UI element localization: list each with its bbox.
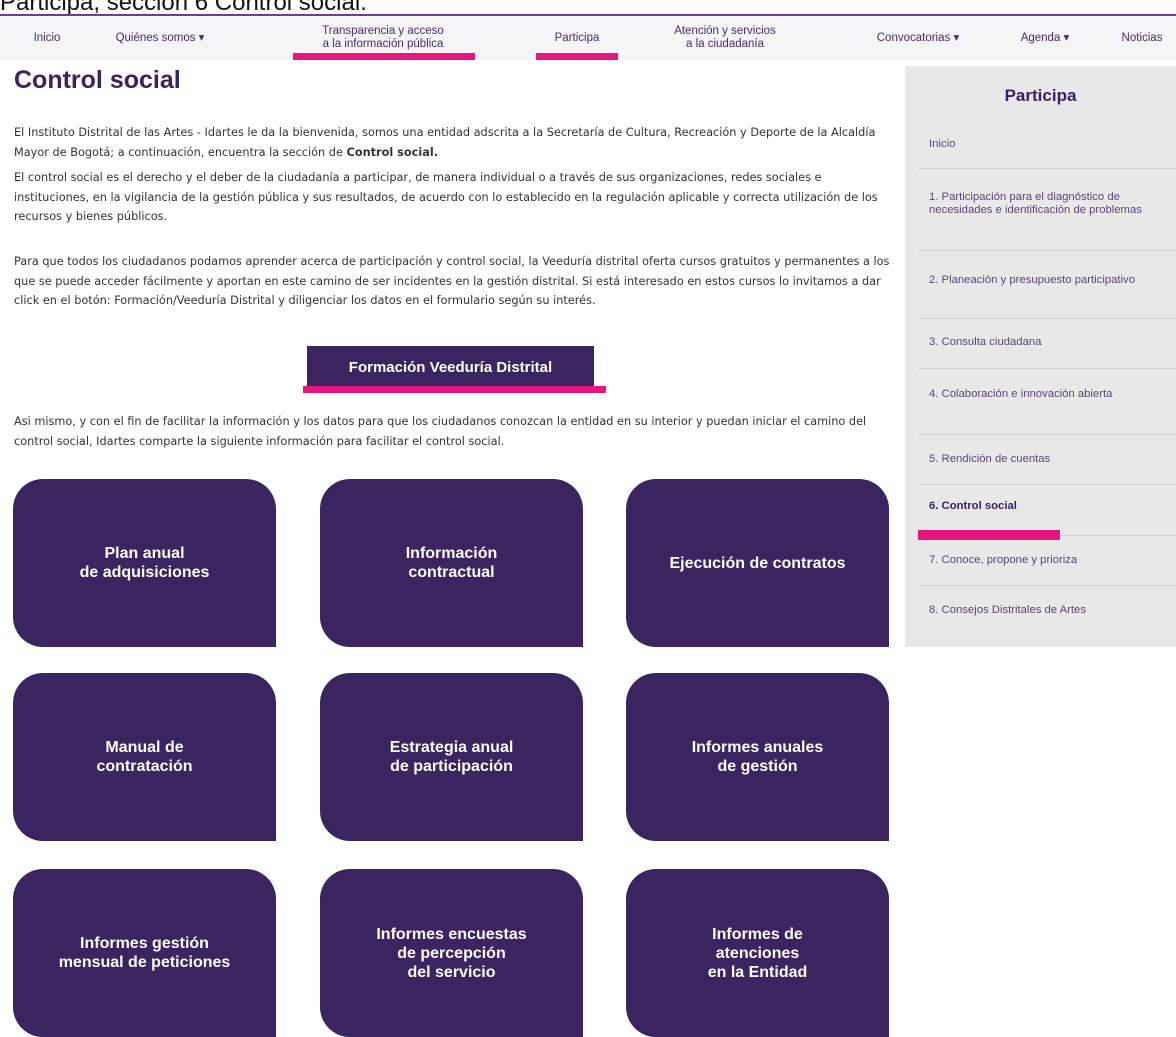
card-informes-peticiones[interactable]: Informes gestión mensual de peticiones [13, 869, 276, 1037]
formacion-veeduria-button[interactable]: Formación Veeduría Distrital [307, 346, 594, 388]
sidebar-item-consulta[interactable]: 3. Consulta ciudadana [929, 336, 1161, 349]
card-ejecucion-contratos[interactable]: Ejecución de contratos [626, 479, 889, 647]
sidebar-divider [919, 318, 1176, 319]
sidebar-participa: Participa Inicio 1. Participación para e… [905, 66, 1176, 647]
highlight-control-social [918, 530, 1060, 540]
nav-inicio[interactable]: Inicio [22, 16, 72, 60]
sidebar-item-colaboracion[interactable]: 4. Colaboración e innovación abierta [929, 388, 1161, 401]
card-informes-encuestas[interactable]: Informes encuestas de percepción del ser… [320, 869, 583, 1037]
sidebar-item-control-social[interactable]: 6. Control social [929, 500, 1161, 513]
highlight-participa [536, 53, 618, 60]
sidebar-item-conoce[interactable]: 7. Conoce, propone y prioriza [929, 554, 1161, 567]
definition-paragraph: El control social es el derecho y el deb… [14, 171, 878, 223]
card-manual-contratacion[interactable]: Manual de contratación [13, 673, 276, 841]
sidebar-divider [919, 368, 1176, 369]
card-informacion-contractual[interactable]: Información contractual [320, 479, 583, 647]
intro-text: El Instituto Distrital de las Artes - Id… [14, 126, 876, 159]
sidebar-item-diagnostico[interactable]: 1. Participación para el diagnóstico de … [929, 191, 1161, 217]
highlight-transparencia [293, 53, 475, 60]
sidebar-divider [919, 168, 1176, 169]
sidebar-divider [919, 484, 1176, 485]
nav-convocatorias[interactable]: Convocatorias ▾ [858, 16, 978, 60]
card-informes-anuales-gestion[interactable]: Informes anuales de gestión [626, 673, 889, 841]
sidebar-divider [919, 434, 1176, 435]
nav-noticias[interactable]: Noticias [1108, 16, 1176, 60]
intro-bold-text: Control social. [346, 145, 439, 159]
info-paragraph: Asi mismo, y con el fin de facilitar la … [14, 415, 867, 448]
sidebar-item-inicio[interactable]: Inicio [929, 138, 1161, 151]
nav-atencion-servicios[interactable]: Atención y servicios a la ciudadanía [650, 16, 800, 60]
courses-paragraph: Para que todos los ciudadanos podamos ap… [14, 255, 890, 307]
card-informes-atenciones[interactable]: Informes de atenciones en la Entidad [626, 869, 889, 1037]
intro-paragraph: El Instituto Distrital de las Artes - Id… [14, 123, 894, 162]
sidebar-item-consejos[interactable]: 8. Consejos Distritales de Artes [929, 604, 1161, 617]
nav-agenda[interactable]: Agenda ▾ [1000, 16, 1090, 60]
nav-quienes-somos[interactable]: Quiénes somos ▾ [100, 16, 220, 60]
sidebar-divider [919, 250, 1176, 251]
sidebar-item-planeacion[interactable]: 2. Planeación y presupuesto participativ… [929, 274, 1161, 287]
card-estrategia-participacion[interactable]: Estrategia anual de participación [320, 673, 583, 841]
sidebar-divider [919, 585, 1176, 586]
page-title: Control social [14, 66, 181, 94]
sidebar-item-rendicion[interactable]: 5. Rendición de cuentas [929, 453, 1161, 466]
sidebar-title: Participa [1004, 86, 1077, 105]
highlight-formacion-button [303, 386, 606, 393]
card-plan-anual-adquisiciones[interactable]: Plan anual de adquisiciones [13, 479, 276, 647]
